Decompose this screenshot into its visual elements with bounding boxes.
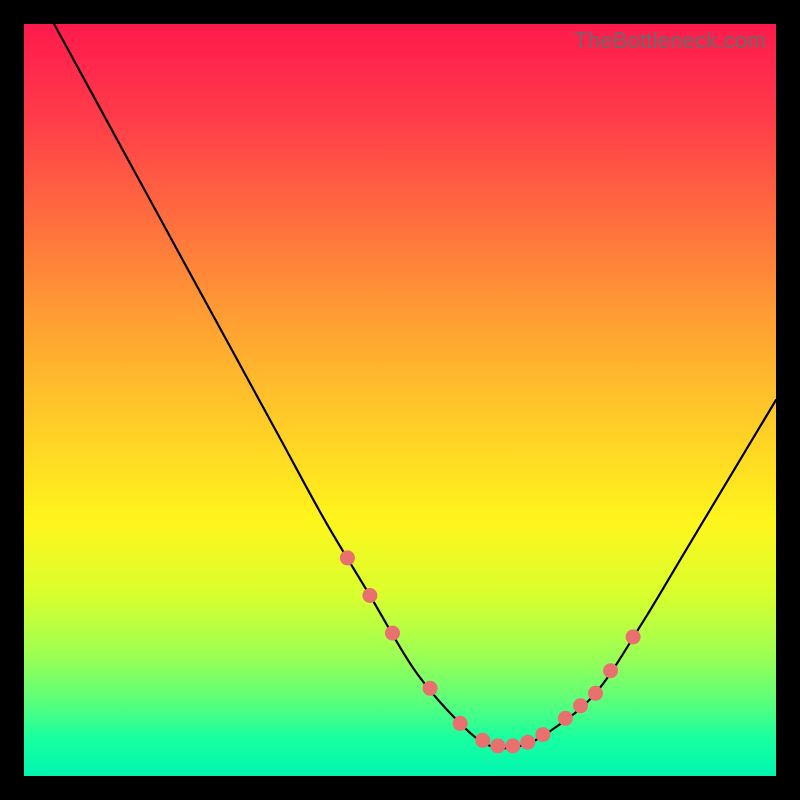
curve-marker [453, 716, 468, 731]
curve-marker [505, 738, 520, 753]
curve-marker [423, 681, 438, 696]
curve-marker [520, 735, 535, 750]
curve-marker [362, 588, 377, 603]
curve-markers [340, 550, 641, 753]
curve-marker [603, 663, 618, 678]
curve-marker [588, 686, 603, 701]
curve-marker [535, 727, 550, 742]
curve-marker [385, 626, 400, 641]
curve-marker [490, 738, 505, 753]
curve-marker [573, 698, 588, 713]
curve-marker [340, 550, 355, 565]
chart-overlay [24, 24, 776, 776]
curve-marker [626, 629, 641, 644]
plot-area: TheBottleneck.com [24, 24, 776, 776]
curve-marker [558, 711, 573, 726]
chart-stage: TheBottleneck.com [0, 0, 800, 800]
bottleneck-curve [54, 24, 776, 748]
curve-marker [475, 733, 490, 748]
